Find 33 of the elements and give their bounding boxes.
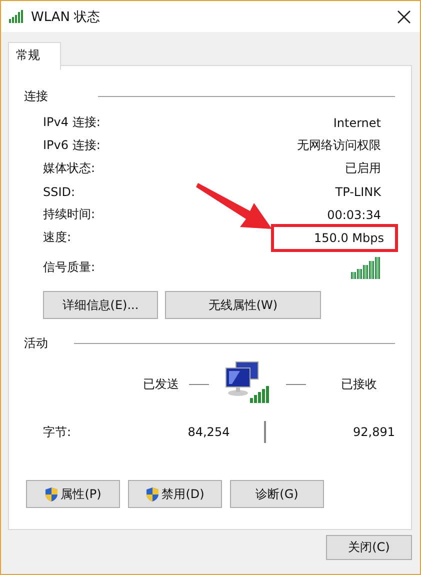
section-heading: 连接 [24, 88, 48, 104]
received-bytes: 92,891 [352, 425, 396, 439]
tab[interactable]: 常规 [8, 42, 61, 70]
window-title: WLAN 状态 [31, 8, 100, 26]
sent-bytes: 84,254 [186, 425, 230, 439]
field-value: 00:03:34 [327, 206, 381, 224]
dialog-button[interactable]: 详细信息(E)... [43, 291, 158, 319]
row-label: 字节: [43, 424, 72, 440]
shield-icon [146, 486, 159, 502]
signal-strength-icon [351, 256, 381, 278]
close-icon[interactable] [397, 10, 411, 24]
field-label: 速度: [43, 229, 72, 246]
dialog-button[interactable]: 属性(P) [26, 480, 120, 508]
column-label: 已发送 [143, 376, 179, 392]
field-label: 媒体状态: [43, 160, 96, 177]
field-label: 信号质量: [43, 259, 96, 276]
field-label: IPv6 连接: [43, 137, 100, 154]
dialog-button[interactable]: 无线属性(W) [165, 291, 321, 319]
close-button[interactable]: 关闭(C) [326, 535, 412, 560]
field-value: Internet [333, 114, 381, 132]
signal-icon [9, 10, 24, 23]
field-label: 持续时间: [43, 206, 96, 223]
shield-icon [44, 486, 58, 502]
field-value: TP-LINK [335, 184, 381, 200]
field-label: IPv4 连接: [43, 114, 100, 131]
column-label: 已接收 [341, 376, 377, 392]
section-heading: 活动 [24, 334, 48, 352]
field-label: SSID: [43, 184, 76, 198]
field-value: 已启用 [345, 160, 381, 177]
dialog-button[interactable]: 禁用(D) [128, 480, 222, 508]
field-value: 无网络访问权限 [297, 137, 381, 154]
field-value: 150.0 Mbps [274, 226, 395, 248]
dialog-button[interactable]: 诊断(G) [230, 480, 324, 508]
